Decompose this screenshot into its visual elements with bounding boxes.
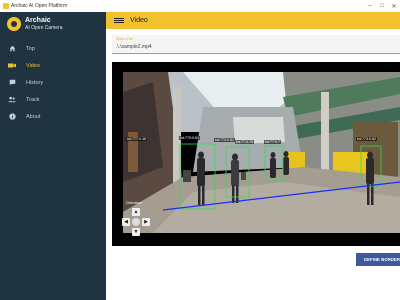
brand-name: Archaic — [25, 16, 51, 24]
detection-label: bd:773:0.62 — [356, 137, 377, 141]
brand-logo-icon — [7, 17, 21, 31]
sidebar-item-about[interactable]: About — [0, 108, 106, 125]
direction-down-button[interactable]: ▼ — [132, 228, 140, 236]
sidebar: Archaic AI Open Camera Top Video History — [0, 12, 106, 300]
chat-icon — [8, 79, 16, 87]
video-file-field[interactable]: Video File .\.\sample2.mp4 — [112, 35, 400, 54]
sidebar-item-label: About — [26, 113, 41, 120]
video-scene — [123, 72, 400, 233]
define-border-button[interactable]: DEFINE BORDER — [356, 253, 400, 266]
video-file-value: .\.\sample2.mp4 — [116, 44, 152, 50]
sidebar-item-label: Video — [26, 62, 40, 69]
menu-icon[interactable] — [114, 17, 124, 24]
brand: Archaic AI Open Camera — [0, 12, 106, 36]
sidebar-item-history[interactable]: History — [0, 74, 106, 91]
people-icon — [8, 96, 16, 104]
app-header: Video — [106, 12, 400, 29]
direction-label: Direction — [126, 200, 142, 205]
sidebar-item-top[interactable]: Top — [0, 40, 106, 57]
window-controls: – □ ✕ — [364, 3, 400, 10]
video-file-label: Video File — [116, 37, 133, 41]
sidebar-nav: Top Video History Track About — [0, 40, 106, 125]
direction-up-button[interactable]: ▲ — [132, 208, 140, 216]
direction-pad: Direction ▲ ◀ ▶ ▼ — [120, 200, 152, 244]
app-icon — [3, 3, 9, 9]
sidebar-item-track[interactable]: Track — [0, 91, 106, 108]
brand-subtitle: AI Open Camera — [25, 24, 63, 31]
close-icon[interactable]: ✕ — [388, 3, 400, 10]
detection-label: bd:777:0.48 — [126, 137, 147, 141]
sidebar-item-label: Top — [26, 45, 35, 52]
detection-label: bd:779:0.81 — [179, 136, 200, 140]
direction-center-button[interactable] — [132, 218, 140, 226]
direction-left-button[interactable]: ◀ — [122, 218, 130, 226]
sidebar-item-label: History — [26, 79, 44, 86]
video-frame — [123, 72, 400, 233]
sidebar-item-video[interactable]: Video — [0, 57, 106, 74]
window-title: Archaic AI Open Platform — [11, 3, 68, 9]
sidebar-item-label: Track — [26, 96, 40, 103]
maximize-icon[interactable]: □ — [376, 3, 388, 10]
home-icon — [8, 45, 16, 53]
detection-label: bd:770:0.81 — [214, 138, 235, 142]
detection-label: bd:77:0.7 — [264, 140, 281, 144]
page-title: Video — [130, 17, 148, 24]
video-icon — [8, 62, 16, 70]
info-icon — [8, 113, 16, 121]
detection-label: bd:77:0.75 — [235, 140, 254, 144]
direction-right-button[interactable]: ▶ — [142, 218, 150, 226]
minimize-icon[interactable]: – — [364, 3, 376, 10]
